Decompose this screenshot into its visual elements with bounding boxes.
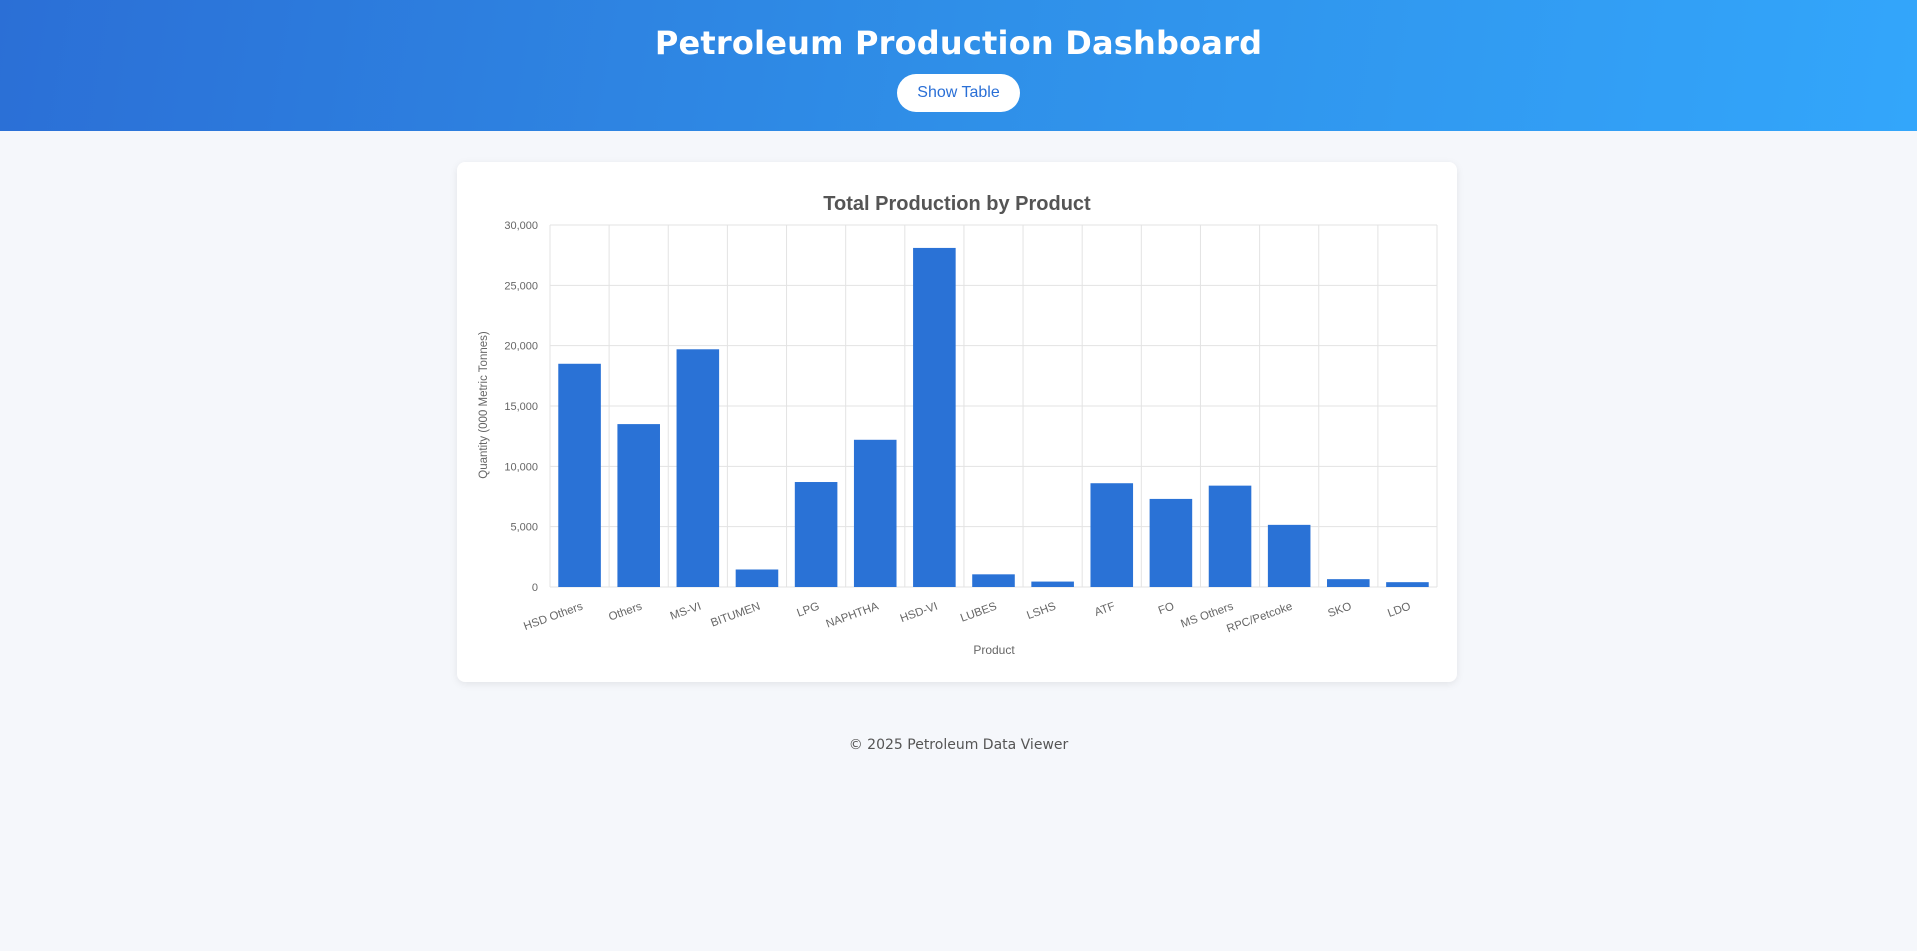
y-tick-label: 15,000 [504, 401, 538, 413]
bar[interactable] [1267, 524, 1311, 587]
y-tick-label: 25,000 [504, 280, 538, 292]
x-tick-label: LDO [1386, 601, 1412, 620]
x-tick-label: LUBES [959, 600, 999, 624]
bar[interactable] [558, 363, 601, 587]
bar[interactable] [1149, 498, 1193, 587]
x-tick-label: BITUMEN [709, 601, 762, 630]
x-tick-label: LSHS [1025, 600, 1058, 622]
bar[interactable] [1090, 483, 1134, 587]
y-tick-label: 20,000 [504, 341, 538, 353]
x-tick-label: HSD Others [522, 600, 585, 633]
x-tick-label: LPG [795, 601, 821, 620]
x-tick-label: MS-VI [669, 601, 703, 623]
x-axis-ticks: HSD Others Others MS-VI BITUMEN LPG NAPHTHA HS… [522, 600, 1412, 635]
show-table-button[interactable]: Show Table [897, 74, 1020, 112]
page-title: Petroleum Production Dashboard [654, 24, 1263, 62]
x-tick-label: FO [1157, 601, 1176, 618]
x-tick-label: HSD-VI [899, 601, 940, 626]
bar[interactable] [1208, 485, 1252, 587]
bar[interactable] [1386, 582, 1429, 587]
y-tick-label: 30,000 [504, 220, 538, 232]
x-tick-label: SKO [1326, 601, 1353, 621]
x-tick-label: RPC/Petcoke [1225, 601, 1294, 636]
y-tick-label: 10,000 [504, 461, 538, 473]
bar[interactable] [1327, 579, 1370, 587]
bar[interactable] [617, 424, 660, 587]
x-axis-label: Product [973, 643, 1015, 657]
bars [558, 247, 1429, 587]
bar[interactable] [794, 482, 838, 587]
bar[interactable] [676, 349, 720, 587]
bar[interactable] [913, 247, 956, 587]
chart-title: Total Production by Product [823, 193, 1091, 215]
dashboard-header: Petroleum Production Dashboard Show Tabl… [0, 0, 1917, 131]
chart-card: Total Production by Product 0 5,000 10,000… [457, 162, 1457, 682]
x-tick-label: Others [607, 600, 644, 623]
y-axis-ticks: 0 5,000 10,000 15,000 20,000 25,000 30,000 [504, 220, 538, 594]
y-tick-label: 5,000 [510, 522, 538, 534]
bar[interactable] [1031, 581, 1074, 587]
bar[interactable] [735, 569, 779, 587]
y-axis-label: Quantity (000 Metric Tonnes) [478, 331, 490, 479]
bar[interactable] [972, 574, 1015, 587]
y-tick-label: 0 [532, 582, 538, 594]
bar[interactable] [853, 439, 897, 587]
x-tick-label: ATF [1093, 601, 1117, 619]
footer-text: © 2025 Petroleum Data Viewer [848, 737, 1069, 753]
production-bar-chart: Total Production by Product 0 5,000 10,000… [478, 193, 1438, 657]
x-tick-label: NAPHTHA [825, 600, 881, 630]
